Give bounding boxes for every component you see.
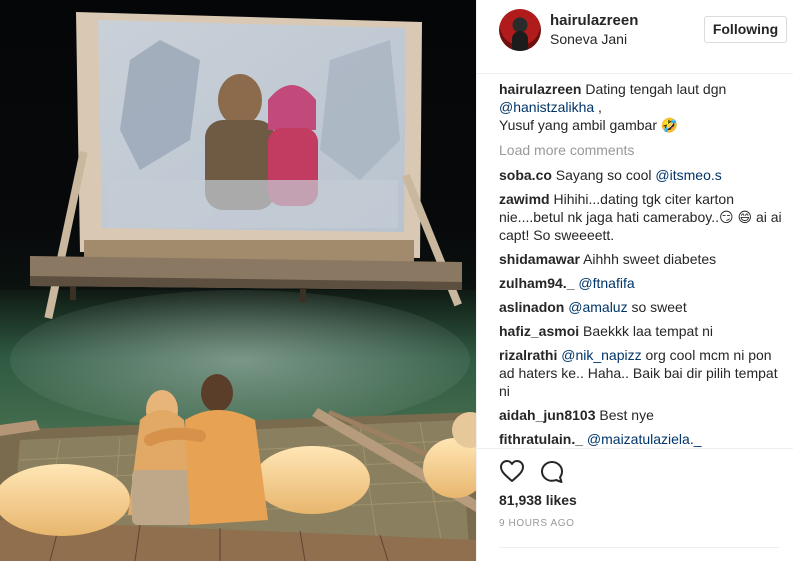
comment-text: Sayang so cool	[555, 167, 656, 183]
comment-mention[interactable]: @ftnafifa	[578, 275, 634, 291]
comment-text: Aihhh sweet diabetes	[583, 251, 717, 267]
comment-username[interactable]: rizalrathi	[499, 347, 557, 363]
avatar[interactable]	[499, 9, 541, 51]
heart-icon[interactable]	[499, 459, 525, 483]
post-username[interactable]: hairulazreen	[550, 12, 638, 29]
comment-username[interactable]: shidamawar	[499, 251, 580, 267]
comment-username[interactable]: fithratulain._	[499, 431, 583, 447]
comment-item: shidamawar Aihhh sweet diabetes	[499, 250, 789, 268]
comment-username[interactable]: soba.co	[499, 167, 552, 183]
comment-item: aslinadon @amaluz so sweet	[499, 298, 789, 316]
post-side-panel: hairulazreen Soneva Jani Following hairu…	[476, 0, 793, 561]
comment-username[interactable]: zawimd	[499, 191, 550, 207]
comment-mention[interactable]: @maizatulaziela._	[587, 431, 702, 447]
comment-mention[interactable]: @nik_napizz	[561, 347, 641, 363]
comments-list[interactable]: hairulazreen Dating tengah laut dgn @han…	[499, 80, 789, 448]
photo-scene	[0, 12, 476, 561]
caption-mention[interactable]: @hanistzalikha	[499, 99, 594, 115]
comment-rows: soba.co Sayang so cool @itsmeo.s zawimd H…	[499, 166, 789, 448]
comment-item: zulham94._ @ftnafifa	[499, 274, 789, 292]
comment-text: so sweet	[627, 299, 687, 315]
comment-text: Best nye	[599, 407, 654, 423]
comment-item: zawimd Hihihi...dating tgk citer karton …	[499, 190, 789, 244]
caption-text-before: Dating tengah laut dgn	[585, 81, 727, 97]
comment-item: hafiz_asmoi Baekkk laa tempat ni	[499, 322, 789, 340]
load-more-comments-link[interactable]: Load more comments	[499, 141, 789, 159]
comment-mention[interactable]: @itsmeo.s	[655, 167, 721, 183]
post-caption: hairulazreen Dating tengah laut dgn @han…	[499, 80, 789, 134]
add-comment-input[interactable]	[499, 547, 779, 561]
comment-text: Baekkk laa tempat ni	[583, 323, 713, 339]
comment-item: fithratulain._ @maizatulaziela._	[499, 430, 789, 448]
comment-item: aidah_jun8103 Best nye	[499, 406, 789, 424]
comment-username[interactable]: aidah_jun8103	[499, 407, 596, 423]
post-header: hairulazreen Soneva Jani Following	[477, 0, 793, 74]
caption-username[interactable]: hairulazreen	[499, 81, 581, 97]
post-timestamp: 9 HOURS AGO	[499, 518, 575, 529]
comment-item: soba.co Sayang so cool @itsmeo.s	[499, 166, 789, 184]
comment-username[interactable]: aslinadon	[499, 299, 564, 315]
post-actions: 81,938 likes 9 HOURS AGO	[477, 448, 793, 561]
comment-username[interactable]: zulham94._	[499, 275, 574, 291]
likes-count[interactable]: 81,938 likes	[499, 492, 577, 508]
post-photo[interactable]	[0, 0, 476, 561]
comment-username[interactable]: hafiz_asmoi	[499, 323, 579, 339]
post-location[interactable]: Soneva Jani	[550, 31, 627, 47]
comment-item: rizalrathi @nik_napizz org cool mcm ni p…	[499, 346, 789, 400]
following-button[interactable]: Following	[704, 16, 787, 43]
comment-mention[interactable]: @amaluz	[568, 299, 627, 315]
comment-bubble-icon[interactable]	[539, 459, 565, 485]
